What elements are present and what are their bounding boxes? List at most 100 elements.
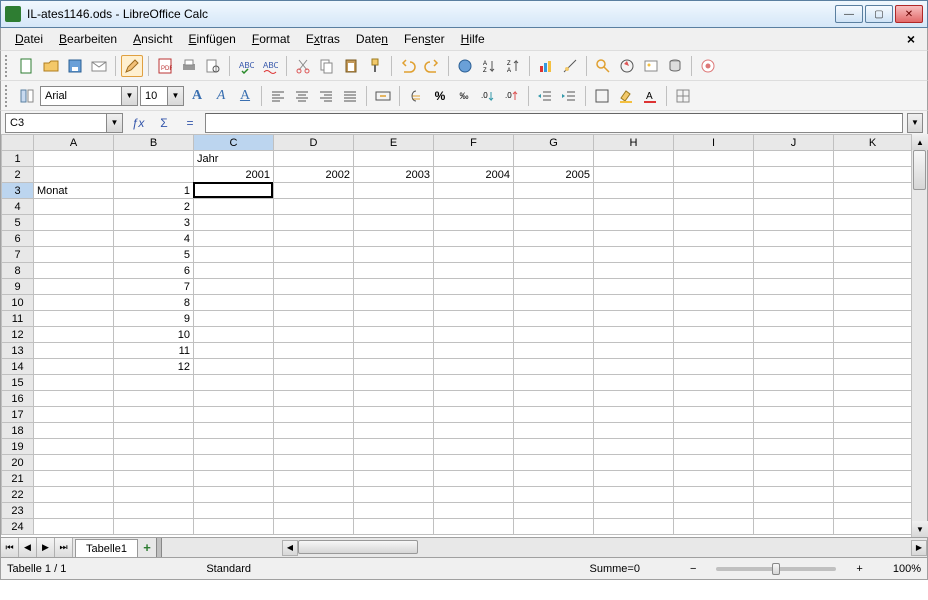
cell-K17[interactable] (834, 407, 912, 423)
cell-F22[interactable] (434, 487, 514, 503)
cell-C2[interactable]: 2001 (194, 167, 274, 183)
cell-I10[interactable] (674, 295, 754, 311)
cell-H8[interactable] (594, 263, 674, 279)
align-justify-button[interactable] (339, 85, 361, 107)
cell-G6[interactable] (514, 231, 594, 247)
cell-K16[interactable] (834, 391, 912, 407)
cell-K4[interactable] (834, 199, 912, 215)
cell-E20[interactable] (354, 455, 434, 471)
cell-A3[interactable]: Monat (34, 183, 114, 199)
tab-last-button[interactable]: ⏭ (55, 538, 73, 557)
cell-C16[interactable] (194, 391, 274, 407)
add-decimal-button[interactable]: .0 (477, 85, 499, 107)
find-button[interactable] (592, 55, 614, 77)
cell-K8[interactable] (834, 263, 912, 279)
cell-D7[interactable] (274, 247, 354, 263)
undo-button[interactable] (397, 55, 419, 77)
cell-H10[interactable] (594, 295, 674, 311)
col-header-C[interactable]: C (194, 135, 274, 151)
menu-einfuegen[interactable]: Einfügen (180, 30, 243, 48)
cell-G22[interactable] (514, 487, 594, 503)
cell-H9[interactable] (594, 279, 674, 295)
scroll-down-icon[interactable]: ▼ (912, 521, 928, 537)
cell-E24[interactable] (354, 519, 434, 535)
cell-F20[interactable] (434, 455, 514, 471)
cell-D1[interactable] (274, 151, 354, 167)
cell-I14[interactable] (674, 359, 754, 375)
cell-F10[interactable] (434, 295, 514, 311)
cell-I19[interactable] (674, 439, 754, 455)
cell-A9[interactable] (34, 279, 114, 295)
cell-J13[interactable] (754, 343, 834, 359)
cell-D13[interactable] (274, 343, 354, 359)
cell-F9[interactable] (434, 279, 514, 295)
cell-G14[interactable] (514, 359, 594, 375)
sort-desc-button[interactable]: ZA (502, 55, 524, 77)
spellcheck-button[interactable]: ABC (235, 55, 257, 77)
cell-A12[interactable] (34, 327, 114, 343)
cell-F18[interactable] (434, 423, 514, 439)
cell-J9[interactable] (754, 279, 834, 295)
cell-A19[interactable] (34, 439, 114, 455)
cell-D8[interactable] (274, 263, 354, 279)
help-button[interactable] (697, 55, 719, 77)
cell-D19[interactable] (274, 439, 354, 455)
cell-K22[interactable] (834, 487, 912, 503)
row-header-5[interactable]: 5 (2, 215, 34, 231)
row-header-17[interactable]: 17 (2, 407, 34, 423)
row-header-8[interactable]: 8 (2, 263, 34, 279)
menu-fenster[interactable]: Fenster (396, 30, 453, 48)
row-header-2[interactable]: 2 (2, 167, 34, 183)
row-header-24[interactable]: 24 (2, 519, 34, 535)
cell-J17[interactable] (754, 407, 834, 423)
cell-J4[interactable] (754, 199, 834, 215)
scroll-thumb[interactable] (298, 540, 418, 554)
navigator-button[interactable] (616, 55, 638, 77)
zoom-slider[interactable] (716, 567, 836, 571)
col-header-J[interactable]: J (754, 135, 834, 151)
menu-bearbeiten[interactable]: Bearbeiten (51, 30, 125, 48)
cell-A20[interactable] (34, 455, 114, 471)
cell-B17[interactable] (114, 407, 194, 423)
cell-D16[interactable] (274, 391, 354, 407)
cell-G16[interactable] (514, 391, 594, 407)
cell-J22[interactable] (754, 487, 834, 503)
cell-A21[interactable] (34, 471, 114, 487)
col-header-H[interactable]: H (594, 135, 674, 151)
print-preview-button[interactable] (202, 55, 224, 77)
export-pdf-button[interactable]: PDF (154, 55, 176, 77)
row-header-1[interactable]: 1 (2, 151, 34, 167)
cell-K14[interactable] (834, 359, 912, 375)
row-header-16[interactable]: 16 (2, 391, 34, 407)
font-size-combo[interactable]: 10 ▼ (140, 86, 184, 106)
cut-button[interactable] (292, 55, 314, 77)
cell-G24[interactable] (514, 519, 594, 535)
cell-F4[interactable] (434, 199, 514, 215)
cell-J2[interactable] (754, 167, 834, 183)
cell-A14[interactable] (34, 359, 114, 375)
cell-J21[interactable] (754, 471, 834, 487)
cell-H22[interactable] (594, 487, 674, 503)
cell-B5[interactable]: 3 (114, 215, 194, 231)
col-header-A[interactable]: A (34, 135, 114, 151)
cell-C6[interactable] (194, 231, 274, 247)
cell-G13[interactable] (514, 343, 594, 359)
cell-A15[interactable] (34, 375, 114, 391)
formula-expand-button[interactable]: ▼ (907, 113, 923, 133)
cell-B19[interactable] (114, 439, 194, 455)
cell-E14[interactable] (354, 359, 434, 375)
row-header-19[interactable]: 19 (2, 439, 34, 455)
cell-A23[interactable] (34, 503, 114, 519)
cell-J1[interactable] (754, 151, 834, 167)
menu-hilfe[interactable]: Hilfe (453, 30, 493, 48)
cell-J15[interactable] (754, 375, 834, 391)
zoom-handle[interactable] (772, 563, 780, 575)
cell-A1[interactable] (34, 151, 114, 167)
cell-I3[interactable] (674, 183, 754, 199)
cell-G7[interactable] (514, 247, 594, 263)
cell-F6[interactable] (434, 231, 514, 247)
cell-F13[interactable] (434, 343, 514, 359)
cell-J23[interactable] (754, 503, 834, 519)
tab-prev-button[interactable]: ◀ (19, 538, 37, 557)
cell-B18[interactable] (114, 423, 194, 439)
